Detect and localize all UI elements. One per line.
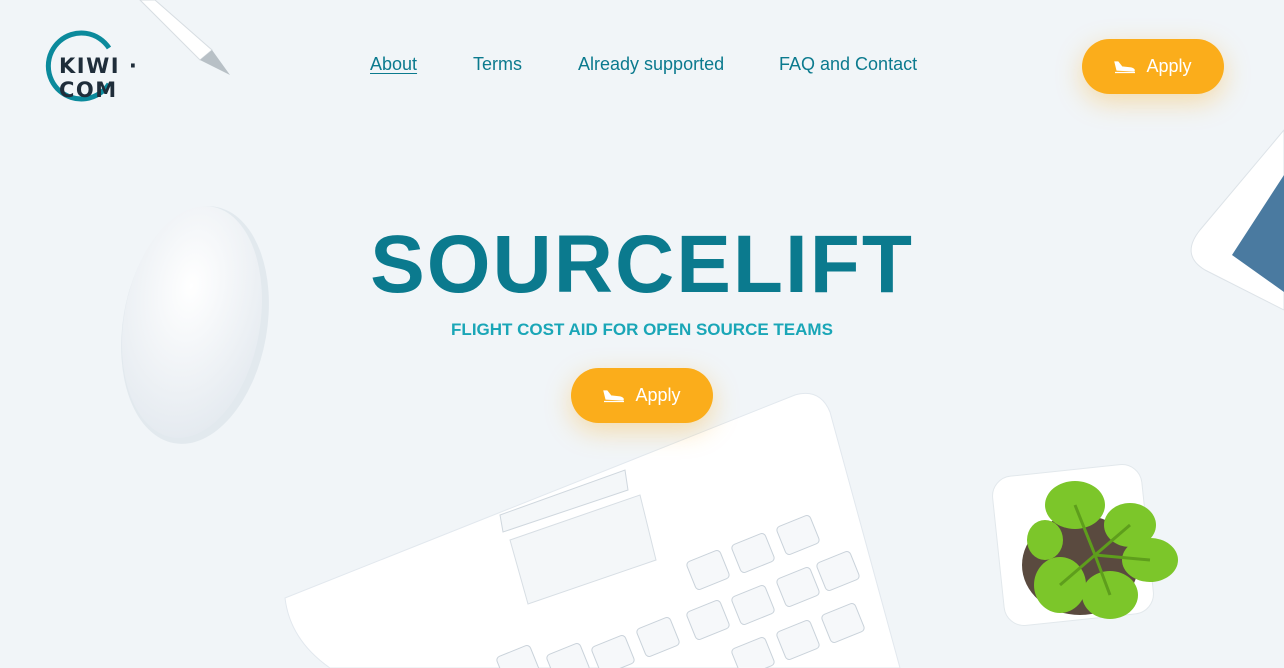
plane-landing-icon — [1114, 60, 1136, 73]
nav-faq-contact[interactable]: FAQ and Contact — [779, 54, 917, 75]
hero-title: SOURCELIFT — [370, 219, 914, 310]
header-apply-button[interactable]: Apply — [1082, 39, 1224, 94]
plane-landing-icon — [603, 389, 625, 402]
plant-decoration — [992, 464, 1178, 626]
kiwi-logo[interactable]: KIWI · COM — [43, 30, 193, 102]
hero-apply-button[interactable]: Apply — [571, 368, 713, 423]
nav-about[interactable]: About — [370, 54, 417, 75]
hero-subtitle: FLIGHT COST AID FOR OPEN SOURCE TEAMS — [451, 320, 833, 339]
logo-text: KIWI · COM — [59, 54, 139, 102]
nav-terms[interactable]: Terms — [473, 54, 522, 75]
nav-already-supported[interactable]: Already supported — [578, 54, 724, 75]
laptop-decoration — [284, 392, 901, 668]
hero-apply-label: Apply — [635, 385, 681, 405]
header-apply-label: Apply — [1146, 56, 1192, 76]
